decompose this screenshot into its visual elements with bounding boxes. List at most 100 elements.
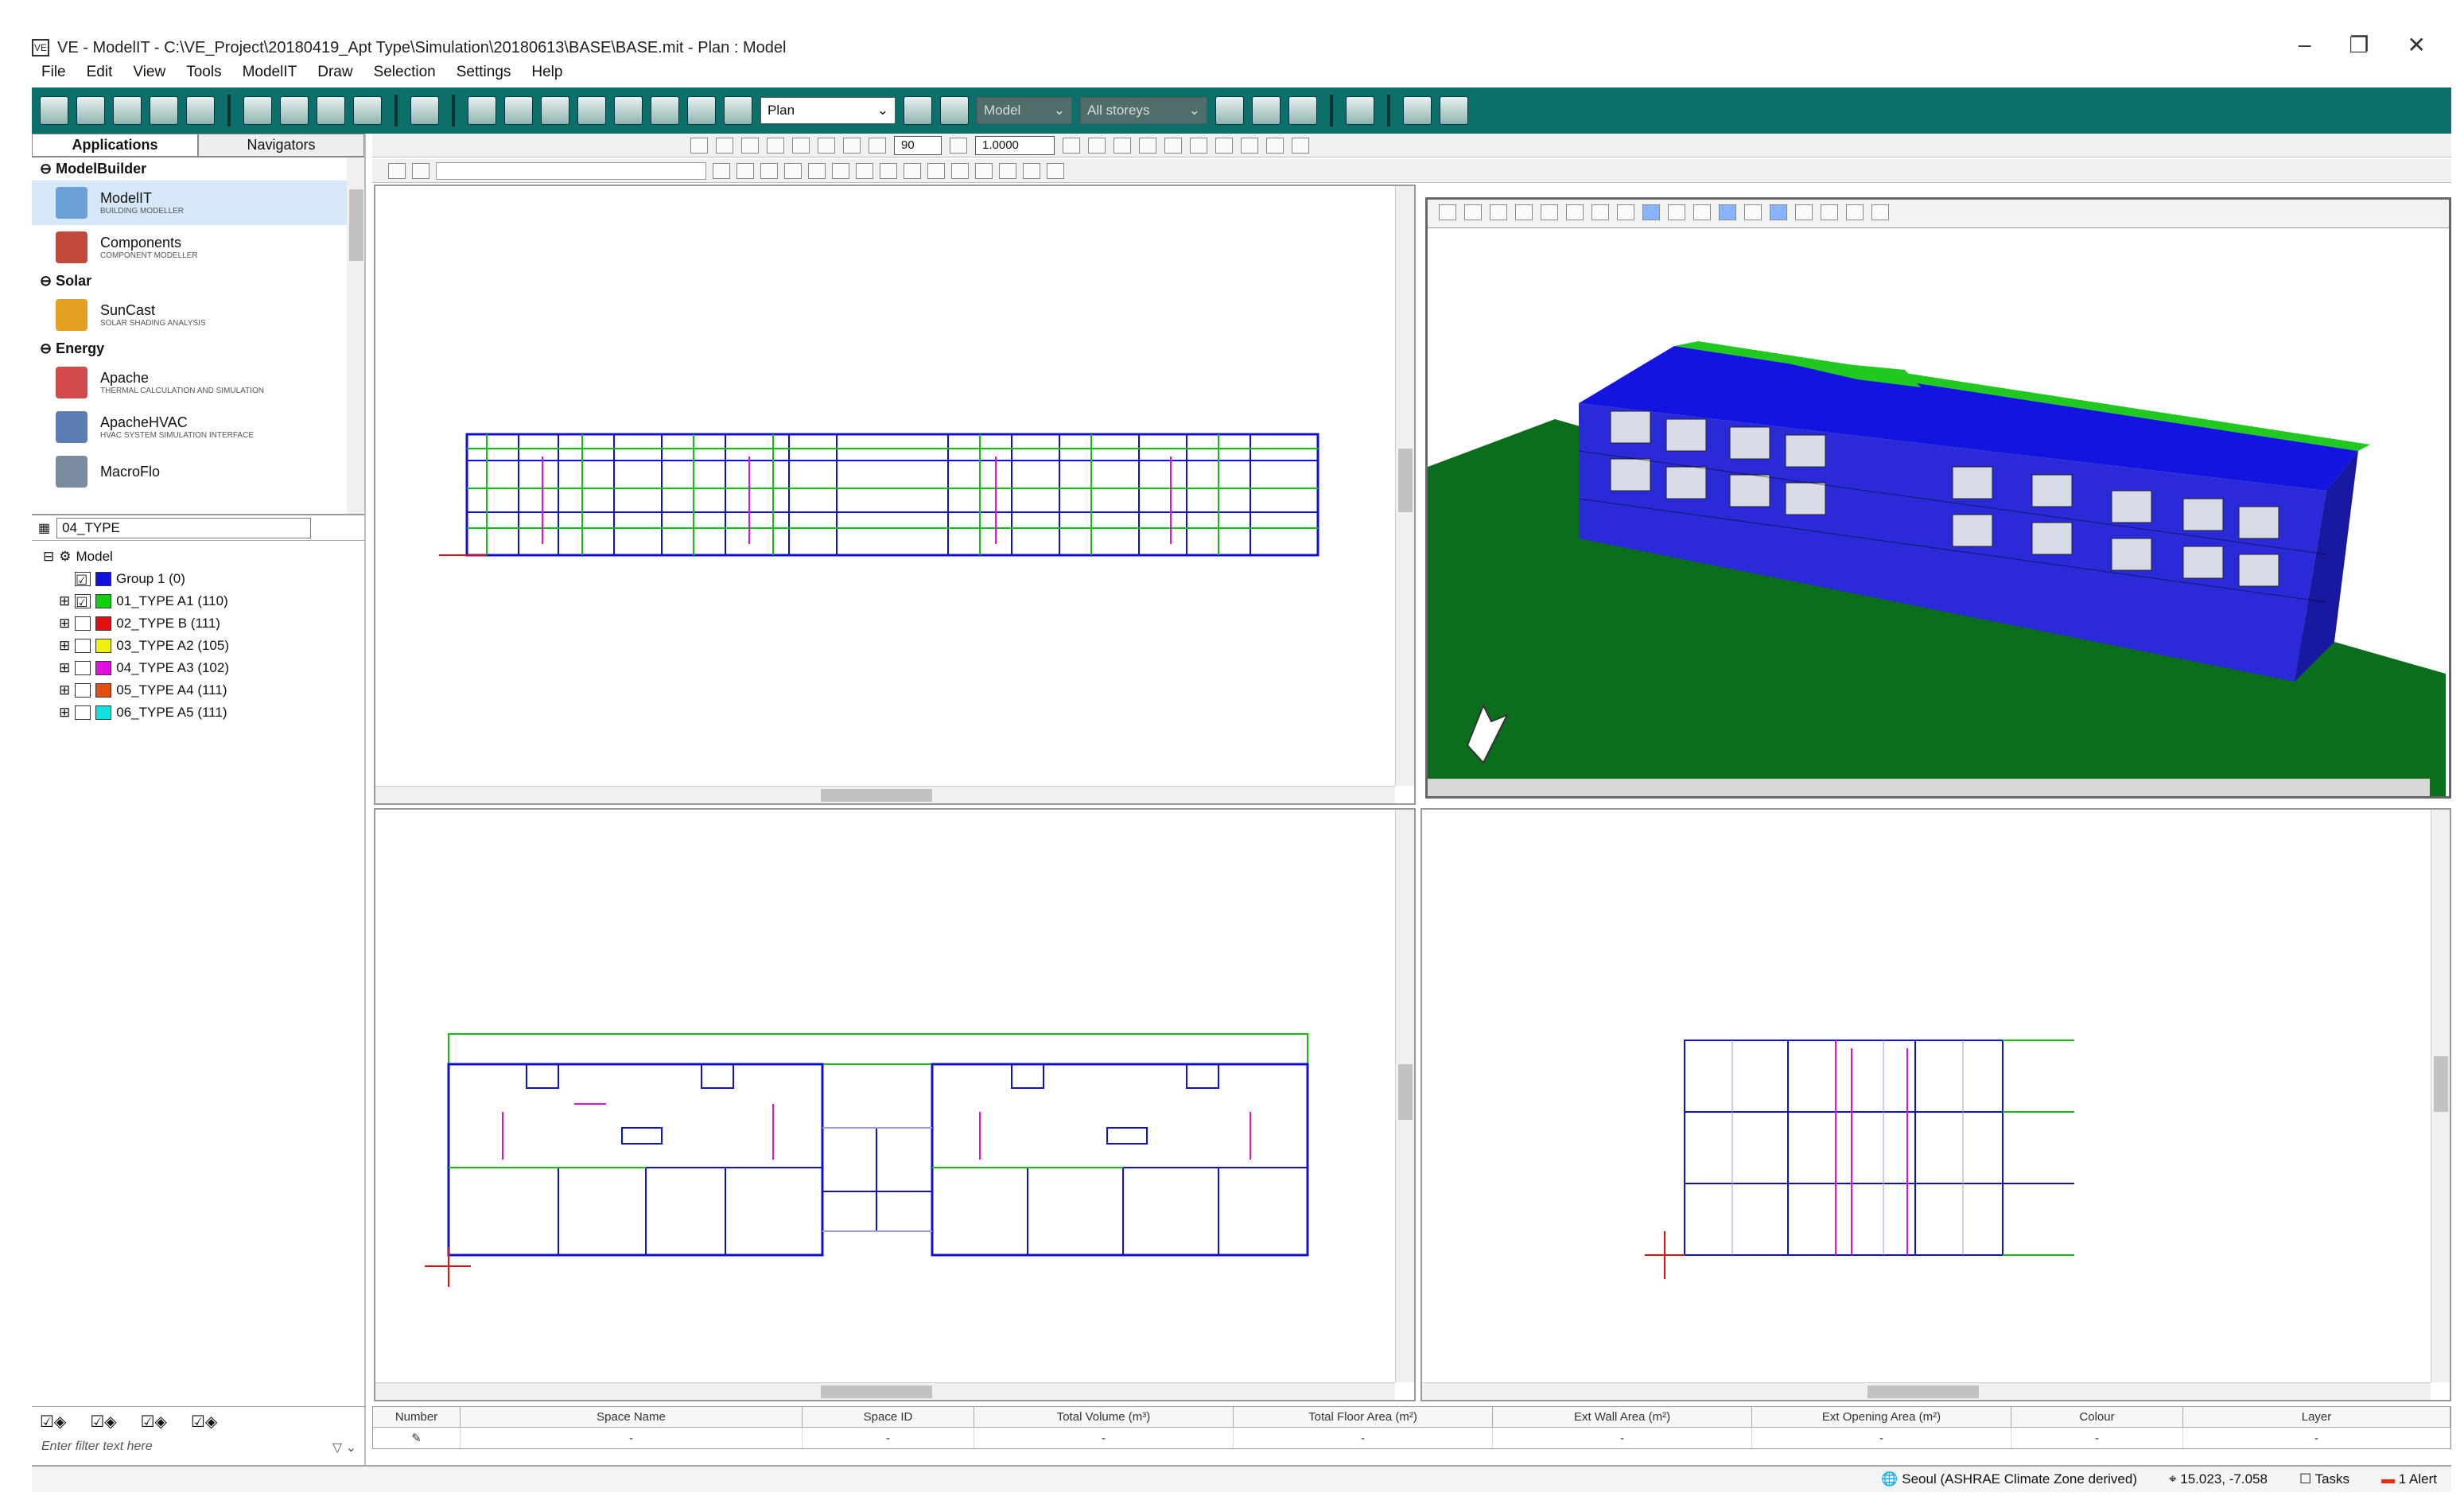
component-gear-icon[interactable] xyxy=(280,96,309,125)
tasks-button[interactable]: ☐ Tasks xyxy=(2299,1471,2349,1487)
delete-icon[interactable] xyxy=(784,162,802,179)
viewport-plan-top[interactable] xyxy=(374,185,1416,805)
clip-icon[interactable] xyxy=(1821,204,1838,220)
column-colour[interactable]: Colour xyxy=(2011,1407,2183,1427)
column-total-volume[interactable]: Total Volume (m³) xyxy=(974,1407,1234,1427)
zoom-extents-icon[interactable] xyxy=(468,96,496,125)
text-icon[interactable] xyxy=(1346,96,1374,125)
column-ext-opening-area[interactable]: Ext Opening Area (m²) xyxy=(1752,1407,2011,1427)
filter-toggle-icon[interactable]: ☑◈ xyxy=(90,1412,116,1432)
app-apache[interactable]: Apache THERMAL CALCULATION AND SIMULATION xyxy=(32,360,364,405)
hscroll-thumb[interactable] xyxy=(821,789,932,802)
save-image-icon[interactable] xyxy=(1490,204,1507,220)
visibility-checkbox[interactable] xyxy=(75,661,91,675)
angle-icon[interactable] xyxy=(869,137,886,154)
layout-icon[interactable] xyxy=(1871,204,1889,220)
plan-bottom-vscroll[interactable] xyxy=(1395,810,1414,1382)
calculator-icon[interactable] xyxy=(353,96,382,125)
save-icon[interactable] xyxy=(113,96,142,125)
adjacency-icon[interactable] xyxy=(1023,162,1040,179)
tree-group[interactable]: ⊞ ☑ 01_TYPE A1 (110) xyxy=(43,590,364,612)
column-ext-wall-area[interactable]: Ext Wall Area (m²) xyxy=(1493,1407,1752,1427)
expand-icon[interactable]: ⊞ xyxy=(59,593,70,609)
settings-gear-icon[interactable] xyxy=(243,96,272,125)
category-energy[interactable]: ⊖ Energy xyxy=(32,337,364,360)
menu-view[interactable]: View xyxy=(133,64,165,87)
polygon-icon[interactable] xyxy=(736,162,754,179)
column-layer[interactable]: Layer xyxy=(2183,1407,2450,1427)
scale-input[interactable]: 1.0000 xyxy=(975,135,1055,155)
filter-toggle-icon[interactable]: ☑◈ xyxy=(40,1412,66,1432)
pan-icon[interactable] xyxy=(651,96,679,125)
camera-icon[interactable] xyxy=(1515,204,1533,220)
visibility-checkbox[interactable]: ☑ xyxy=(75,572,91,588)
zoom-tool-icon[interactable] xyxy=(1063,137,1080,154)
array-icon[interactable] xyxy=(880,162,897,179)
visibility-checkbox[interactable] xyxy=(75,616,91,631)
tab-applications[interactable]: Applications xyxy=(32,134,198,157)
window-icon[interactable] xyxy=(975,162,993,179)
minimize-icon[interactable]: – xyxy=(2299,32,2311,58)
shading-icon[interactable] xyxy=(1403,96,1432,125)
axis-icon[interactable] xyxy=(767,137,784,154)
vscroll-thumb[interactable] xyxy=(1398,449,1413,512)
ortho-icon[interactable] xyxy=(741,137,759,154)
rotate-object-icon[interactable] xyxy=(856,162,873,179)
tree-root[interactable]: ⊟ ⚙ Model xyxy=(43,546,364,568)
edge-icon[interactable] xyxy=(1139,137,1156,154)
viewport-plan-bottom[interactable] xyxy=(374,808,1416,1401)
copy-icon[interactable] xyxy=(808,162,826,179)
app-macroflo[interactable]: MacroFlo xyxy=(32,449,364,494)
layer-select[interactable]: Model ⌄ xyxy=(977,97,1072,124)
check-icon[interactable] xyxy=(1047,162,1064,179)
column-floor-area[interactable]: Total Floor Area (m²) xyxy=(1234,1407,1493,1427)
category-solar[interactable]: ⊖ Solar xyxy=(32,270,364,293)
grouping-select[interactable]: 04_TYPE xyxy=(56,517,312,538)
light-icon[interactable] xyxy=(1744,204,1762,220)
visibility-checkbox[interactable] xyxy=(75,683,91,698)
find-icon[interactable] xyxy=(1266,137,1284,154)
expand-icon[interactable]: ⊞ xyxy=(59,660,70,676)
hscroll-thumb[interactable] xyxy=(821,1386,932,1398)
move-down-icon[interactable] xyxy=(1252,96,1281,125)
hole-icon[interactable] xyxy=(999,162,1016,179)
expand-icon[interactable]: ⊞ xyxy=(59,705,70,721)
storey-select[interactable]: All storeys ⌄ xyxy=(1080,97,1207,124)
rotate-icon[interactable] xyxy=(687,96,716,125)
split-icon[interactable] xyxy=(1190,137,1207,154)
scale-icon[interactable] xyxy=(950,137,967,154)
alerts-button[interactable]: ▬ 1 Alert xyxy=(2381,1471,2437,1487)
lasso-icon[interactable] xyxy=(760,162,778,179)
tag-icon[interactable] xyxy=(1215,137,1233,154)
plan-top-hscroll[interactable] xyxy=(375,786,1395,803)
menu-settings[interactable]: Settings xyxy=(457,64,511,87)
filter-funnel-icon[interactable]: ▽ ⌄ xyxy=(332,1440,356,1456)
draw-line-icon[interactable] xyxy=(792,137,810,154)
tools-icon[interactable] xyxy=(317,96,345,125)
tree-group[interactable]: ⊞ 05_TYPE A4 (111) xyxy=(43,679,364,702)
settings-icon[interactable] xyxy=(1292,137,1309,154)
grid-icon[interactable] xyxy=(690,137,708,154)
section-icon[interactable] xyxy=(1795,204,1813,220)
new-file-icon[interactable] xyxy=(40,96,68,125)
move-up-icon[interactable] xyxy=(1215,96,1244,125)
pencil-icon[interactable] xyxy=(843,137,861,154)
column-space-id[interactable]: Space ID xyxy=(803,1407,974,1427)
render-icon[interactable] xyxy=(1440,96,1468,125)
mirror-icon[interactable] xyxy=(832,162,849,179)
globe-icon[interactable] xyxy=(150,96,178,125)
angle-input[interactable]: 90 xyxy=(894,135,942,155)
pointer-icon[interactable] xyxy=(713,162,730,179)
location-icon[interactable] xyxy=(186,96,215,125)
app-components[interactable]: Components COMPONENT MODELLER xyxy=(32,225,364,270)
expand-icon[interactable]: ⊞ xyxy=(59,682,70,698)
face-icon[interactable] xyxy=(1088,137,1106,154)
fit-icon[interactable] xyxy=(1541,204,1558,220)
hscroll-thumb[interactable] xyxy=(1867,1386,1979,1398)
command-field[interactable] xyxy=(436,161,706,180)
category-modelbuilder[interactable]: ⊖ ModelBuilder xyxy=(32,157,364,181)
menu-tools[interactable]: Tools xyxy=(186,64,221,87)
grid-view-icon[interactable] xyxy=(1770,204,1787,220)
extrude-icon[interactable] xyxy=(927,162,945,179)
nav-scroll-thumb[interactable] xyxy=(349,189,363,261)
